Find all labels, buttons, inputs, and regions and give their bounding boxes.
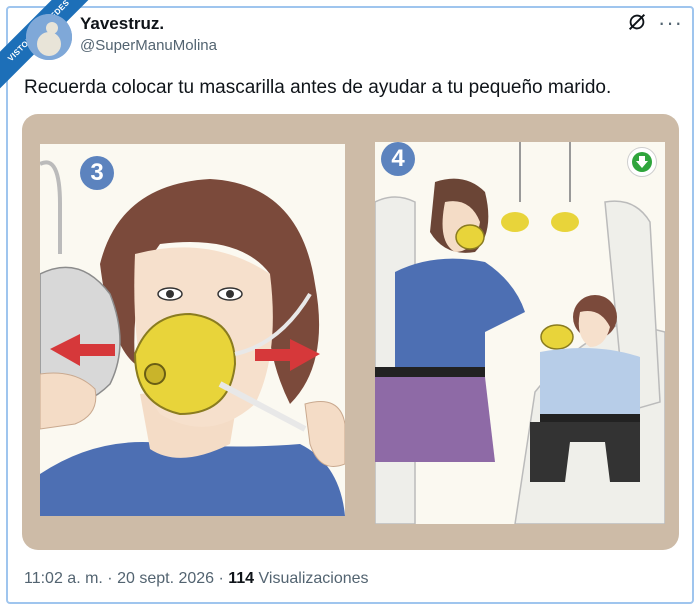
download-icon[interactable] [627,147,657,177]
tweet-text: Recuerda colocar tu mascarilla antes de … [24,77,612,98]
safety-card-panel-3: 3 [39,144,346,516]
tweet-footer: 11:02 a. m. · 20 sept. 2026 · 114 Visual… [24,570,369,588]
avatar[interactable] [26,14,72,60]
author-handle[interactable]: @SuperManuMolina [80,37,217,54]
more-icon[interactable]: ··· [658,10,683,36]
panel-3-illustration [39,160,346,516]
views-count: 114 [228,570,255,587]
panel-4-illustration [374,142,666,525]
separator: · [214,570,229,587]
separator: · [102,570,118,587]
tweet-time[interactable]: 11:02 a. m. [24,570,103,587]
tweet-media[interactable]: 3 4 [22,114,679,550]
download-arrow-icon [632,152,652,172]
grok-icon[interactable] [626,11,648,33]
views-label: Visualizaciones [254,570,369,587]
tweet-date[interactable]: 20 sept. 2026 [117,570,214,587]
step-4-badge: 4 [381,142,415,176]
avatar-image [26,14,72,60]
step-3-badge: 3 [80,156,114,190]
author-name[interactable]: Yavestruz. [80,14,164,34]
safety-card-panel-4: 4 [374,142,666,525]
